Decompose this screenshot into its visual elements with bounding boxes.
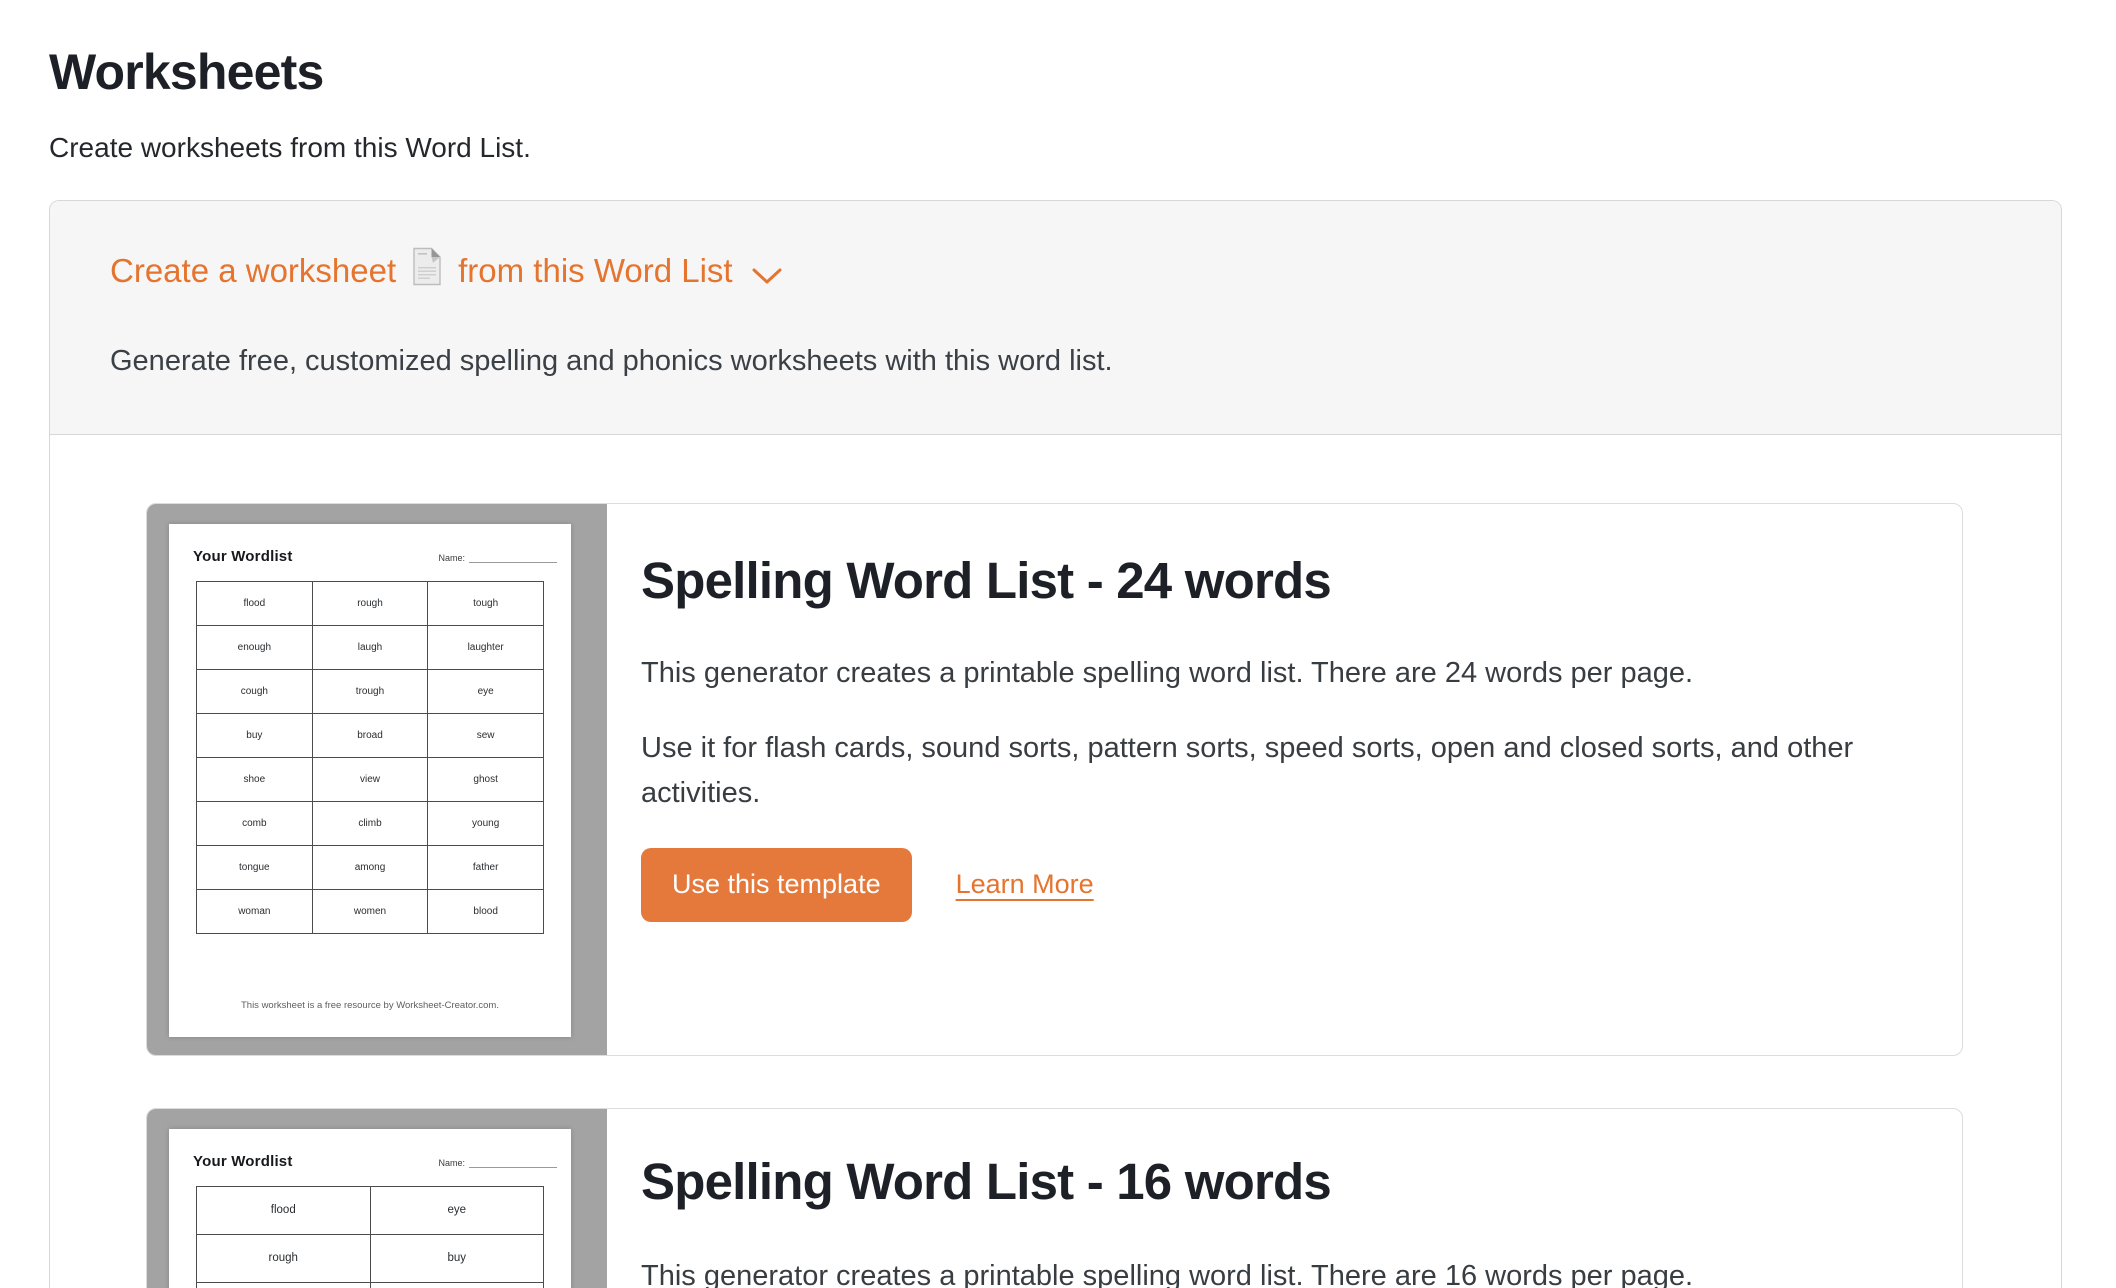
preview-word-table: flood eye rough buy [196,1185,544,1288]
table-row: shoe view ghost [196,756,544,802]
template-description: Use it for flash cards, sound sorts, pat… [641,731,1854,809]
preview-name-field: Name: [438,1158,557,1168]
word-cell: eye [427,668,544,714]
preview-name-line [469,1159,557,1168]
preview-name-field: Name: [438,553,557,563]
create-worksheet-dropdown[interactable]: Create a worksheet from this Word List [110,247,783,295]
learn-more-link[interactable]: Learn More [956,869,1094,900]
table-row: cough trough eye [196,668,544,714]
worksheet-thumbnail: Your Wordlist Name: flood rough tough en… [147,503,607,1055]
word-cell: tough [427,580,544,626]
worksheet-preview-page: Your Wordlist Name: flood rough tough en… [169,523,571,1037]
word-cell: flood [196,580,313,626]
preview-footer-text: This worksheet is a free resource by Wor… [240,999,499,1011]
template-actions: Use this template Learn More [641,847,1922,922]
word-cell: flood [196,1185,371,1235]
word-cell: broad [311,712,429,758]
table-row: flood eye [196,1185,544,1235]
table-row: flood rough tough [196,580,544,626]
word-cell: blood [427,888,544,934]
table-row: enough laugh laughter [196,624,544,670]
template-card-content: Spelling Word List - 24 words This gener… [607,504,1962,1055]
word-cell: buy [369,1233,544,1283]
table-row [196,1281,544,1288]
template-card-content: Spelling Word List - 16 words This gener… [607,1109,1962,1288]
word-cell: buy [196,712,313,758]
preview-name-label: Name: [438,552,465,563]
worksheet-preview-header: Your Wordlist Name: [169,1129,571,1170]
template-title: Spelling Word List - 16 words [641,1152,1332,1210]
page-title: Worksheets [49,44,324,100]
cta-text-before: Create a worksheet [110,252,397,289]
word-cell: laugh [311,624,429,670]
worksheet-thumbnail: Your Wordlist Name: flood eye rough buy [147,1108,607,1288]
preview-name-line [469,554,557,563]
preview-title: Your Wordlist [193,547,293,565]
word-cell: cough [196,668,313,714]
word-cell: comb [196,800,313,846]
chevron-down-icon [751,253,783,294]
template-description: This generator creates a printable spell… [641,1259,1694,1288]
cta-text-after: from this Word List [458,252,733,289]
word-cell: sew [427,712,544,758]
word-cell: view [311,756,429,802]
table-row: rough buy [196,1233,544,1283]
word-cell: woman [196,888,313,934]
page-subtitle: Create worksheets from this Word List. [49,131,531,163]
table-row: comb climb young [196,800,544,846]
word-cell [196,1281,371,1288]
word-cell: laughter [427,624,544,670]
generator-panel-header: Create a worksheet from this Word List G… [50,200,2061,435]
preview-name-label: Name: [438,1157,465,1168]
document-icon [412,247,442,295]
use-template-button[interactable]: Use this template [641,847,912,922]
worksheet-preview-page: Your Wordlist Name: flood eye rough buy [169,1128,571,1288]
template-card-24-words: Your Wordlist Name: flood rough tough en… [146,502,1963,1056]
worksheets-page: Worksheets Create worksheets from this W… [0,0,2116,1288]
word-cell: ghost [427,756,544,802]
preview-title: Your Wordlist [193,1152,293,1170]
template-title: Spelling Word List - 24 words [641,551,1332,609]
table-row: buy broad sew [196,712,544,758]
table-row: tongue among father [196,844,544,890]
word-cell: young [427,800,544,846]
template-card-16-words: Your Wordlist Name: flood eye rough buy … [146,1107,1963,1288]
word-cell: women [311,888,429,934]
generator-panel-description: Generate free, customized spelling and p… [110,344,1113,377]
worksheet-generator-container: Create a worksheet from this Word List G… [49,199,2062,1288]
word-cell: among [311,844,429,890]
word-cell: climb [311,800,429,846]
word-cell: enough [196,624,313,670]
worksheet-preview-header: Your Wordlist Name: [169,524,571,565]
table-row: woman women blood [196,888,544,934]
template-cards-list: Your Wordlist Name: flood rough tough en… [50,435,2061,1288]
word-cell: father [427,844,544,890]
word-cell [369,1281,544,1288]
preview-word-table: flood rough tough enough laugh laughter [196,580,544,934]
word-cell: shoe [196,756,313,802]
word-cell: rough [311,580,429,626]
word-cell: eye [369,1185,544,1235]
word-cell: rough [196,1233,371,1283]
template-description: This generator creates a printable spell… [641,656,1694,689]
word-cell: trough [311,668,429,714]
word-cell: tongue [196,844,313,890]
